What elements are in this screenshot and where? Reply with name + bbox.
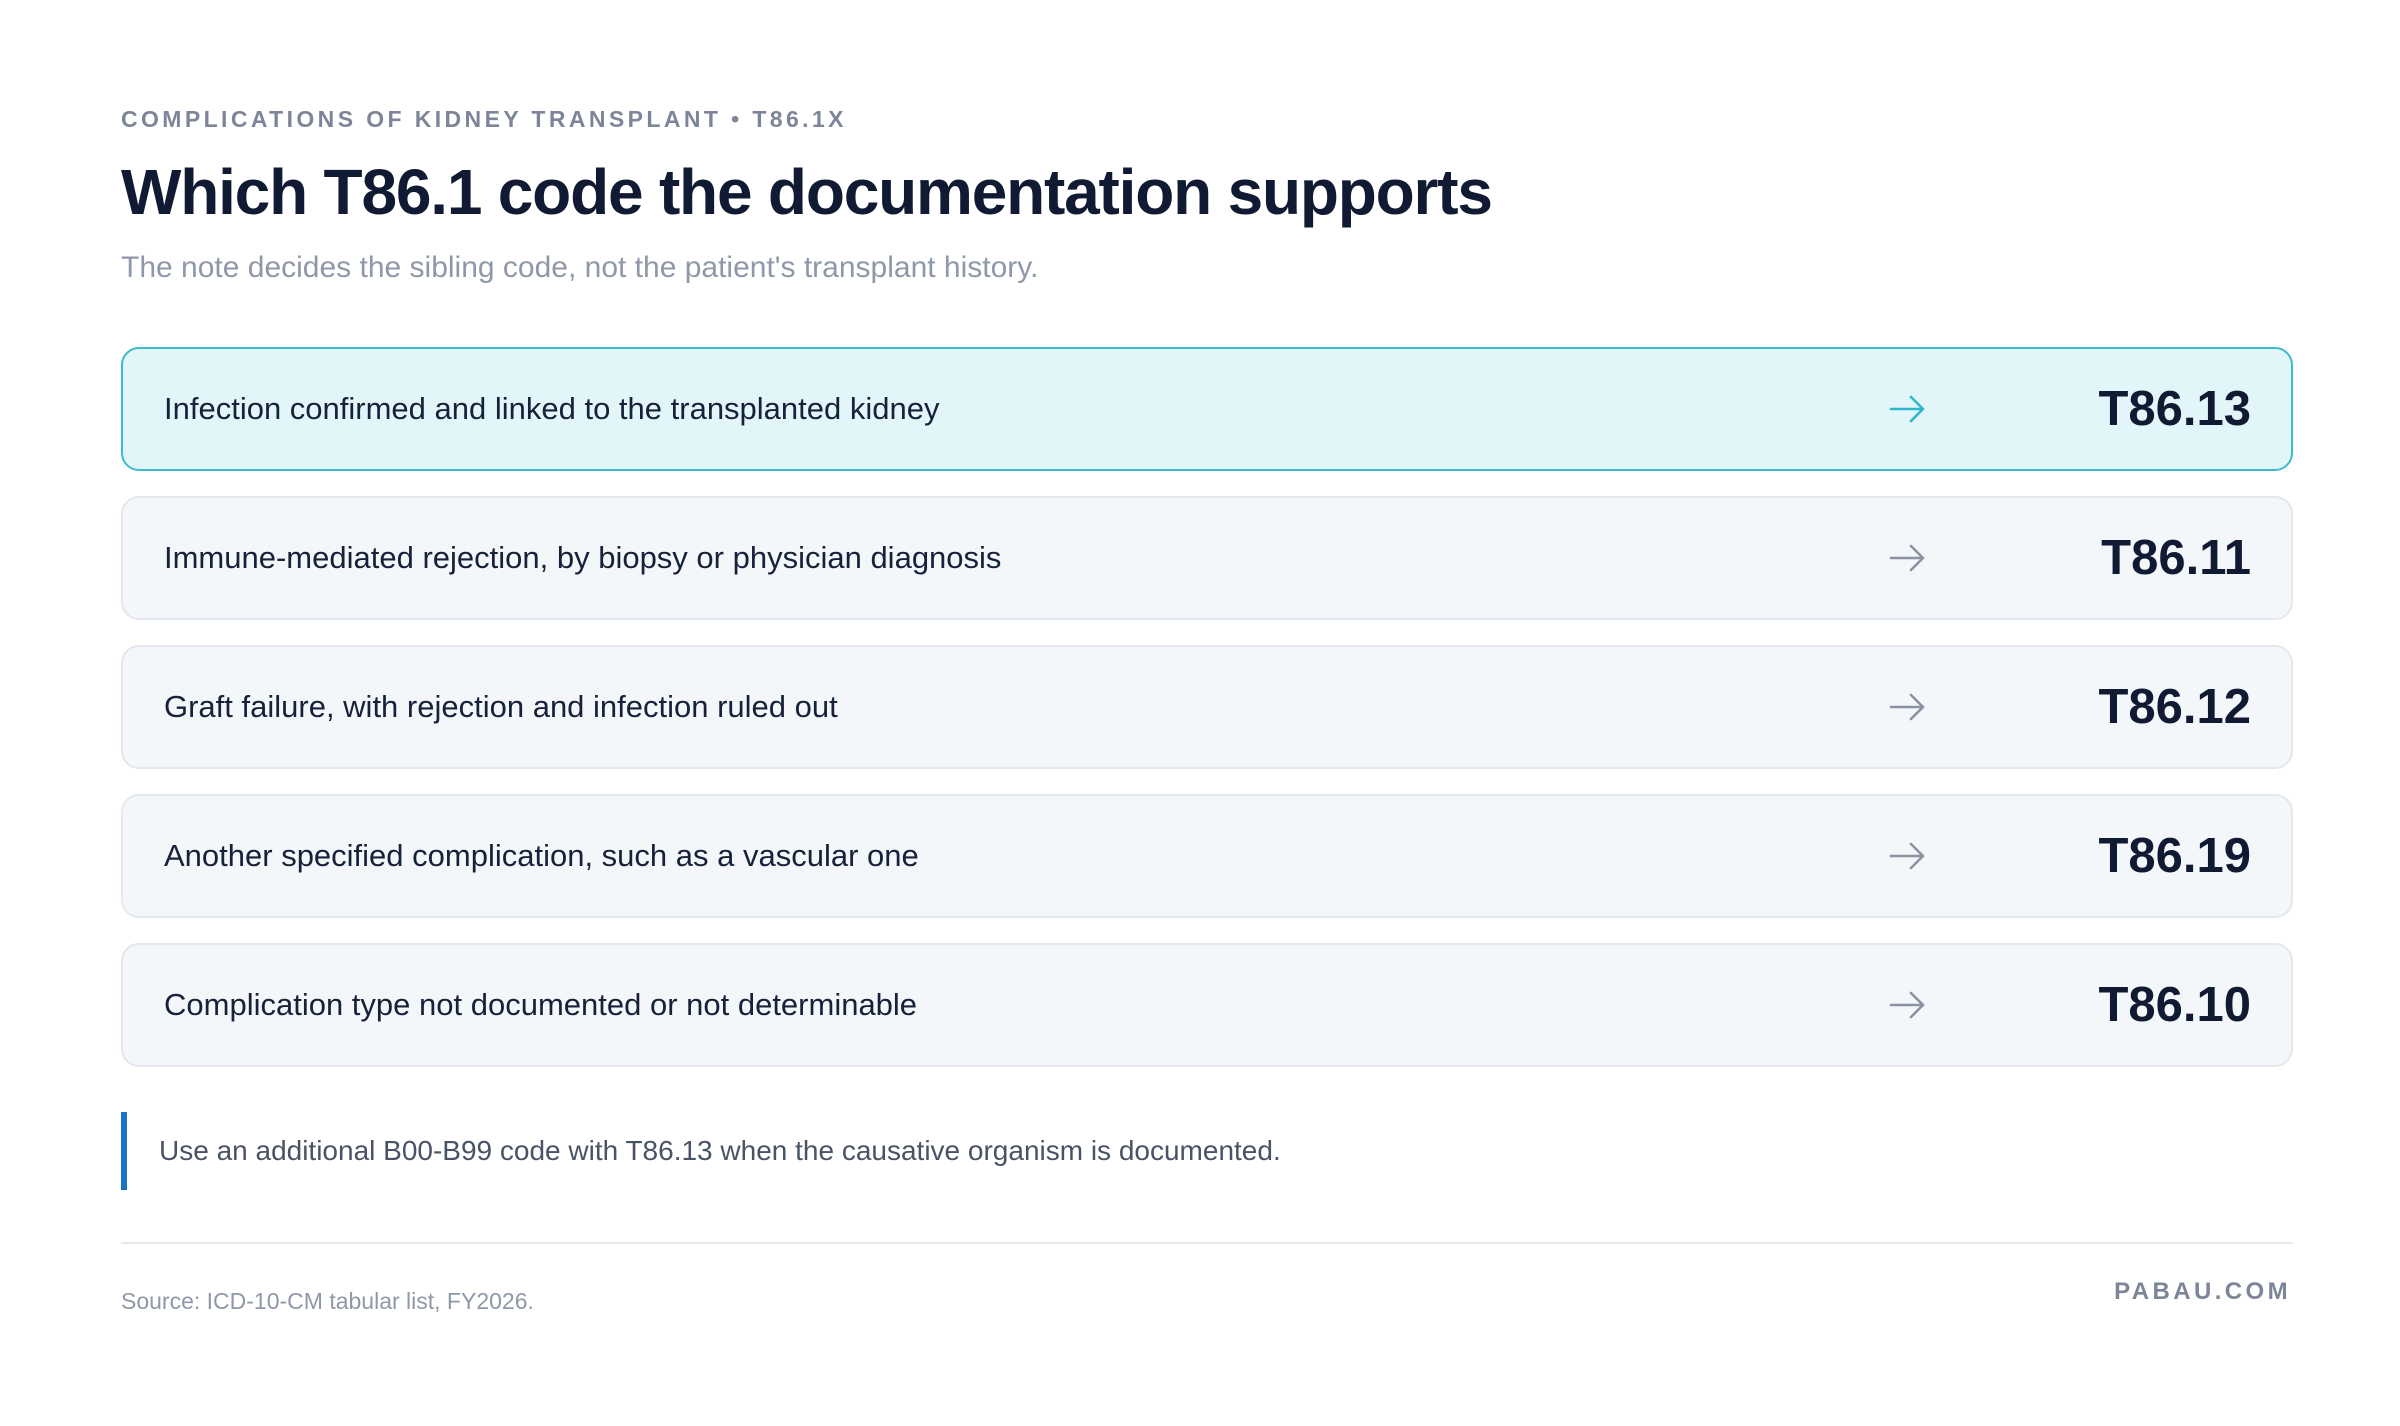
callout-text: Use an additional B00-B99 code with T86.… <box>159 1135 1281 1166</box>
page-title: Which T86.1 code the documentation suppo… <box>121 156 1493 228</box>
icd-code: T86.10 <box>2098 978 2251 1032</box>
page-subtitle: The note decides the sibling code, not t… <box>121 251 1039 284</box>
callout-note: Use an additional B00-B99 code with T86.… <box>121 1112 2293 1190</box>
code-decision-list: Infection confirmed and linked to the tr… <box>121 347 2293 1092</box>
callout-accent-bar <box>121 1112 127 1190</box>
icd-code: T86.19 <box>2098 829 2251 883</box>
footer-divider <box>121 1242 2293 1244</box>
brand-wordmark: PABAU.COM <box>2114 1278 2291 1305</box>
code-row: Infection confirmed and linked to the tr… <box>121 347 2293 471</box>
code-row: Complication type not documented or not … <box>121 943 2293 1067</box>
icd-code: T86.12 <box>2098 680 2251 734</box>
page: COMPLICATIONS OF KIDNEY TRANSPLANT • T86… <box>121 0 2293 1426</box>
arrow-right-icon <box>1889 693 1925 721</box>
source-citation: Source: ICD-10-CM tabular list, FY2026. <box>121 1288 534 1314</box>
code-row: Immune-mediated rejection, by biopsy or … <box>121 496 2293 620</box>
condition-label: Infection confirmed and linked to the tr… <box>164 391 940 426</box>
condition-label: Complication type not documented or not … <box>164 987 918 1022</box>
eyebrow-label: COMPLICATIONS OF KIDNEY TRANSPLANT • T86… <box>121 106 847 132</box>
icd-code: T86.11 <box>2101 531 2251 585</box>
arrow-right-icon <box>1889 544 1925 572</box>
condition-label: Graft failure, with rejection and infect… <box>164 689 838 724</box>
arrow-right-icon <box>1889 842 1925 870</box>
condition-label: Another specified complication, such as … <box>164 838 919 873</box>
arrow-right-icon <box>1889 395 1925 423</box>
condition-label: Immune-mediated rejection, by biopsy or … <box>164 540 1002 575</box>
icd-code: T86.13 <box>2098 382 2251 436</box>
code-row: Graft failure, with rejection and infect… <box>121 645 2293 769</box>
arrow-right-icon <box>1889 991 1925 1019</box>
code-row: Another specified complication, such as … <box>121 794 2293 918</box>
